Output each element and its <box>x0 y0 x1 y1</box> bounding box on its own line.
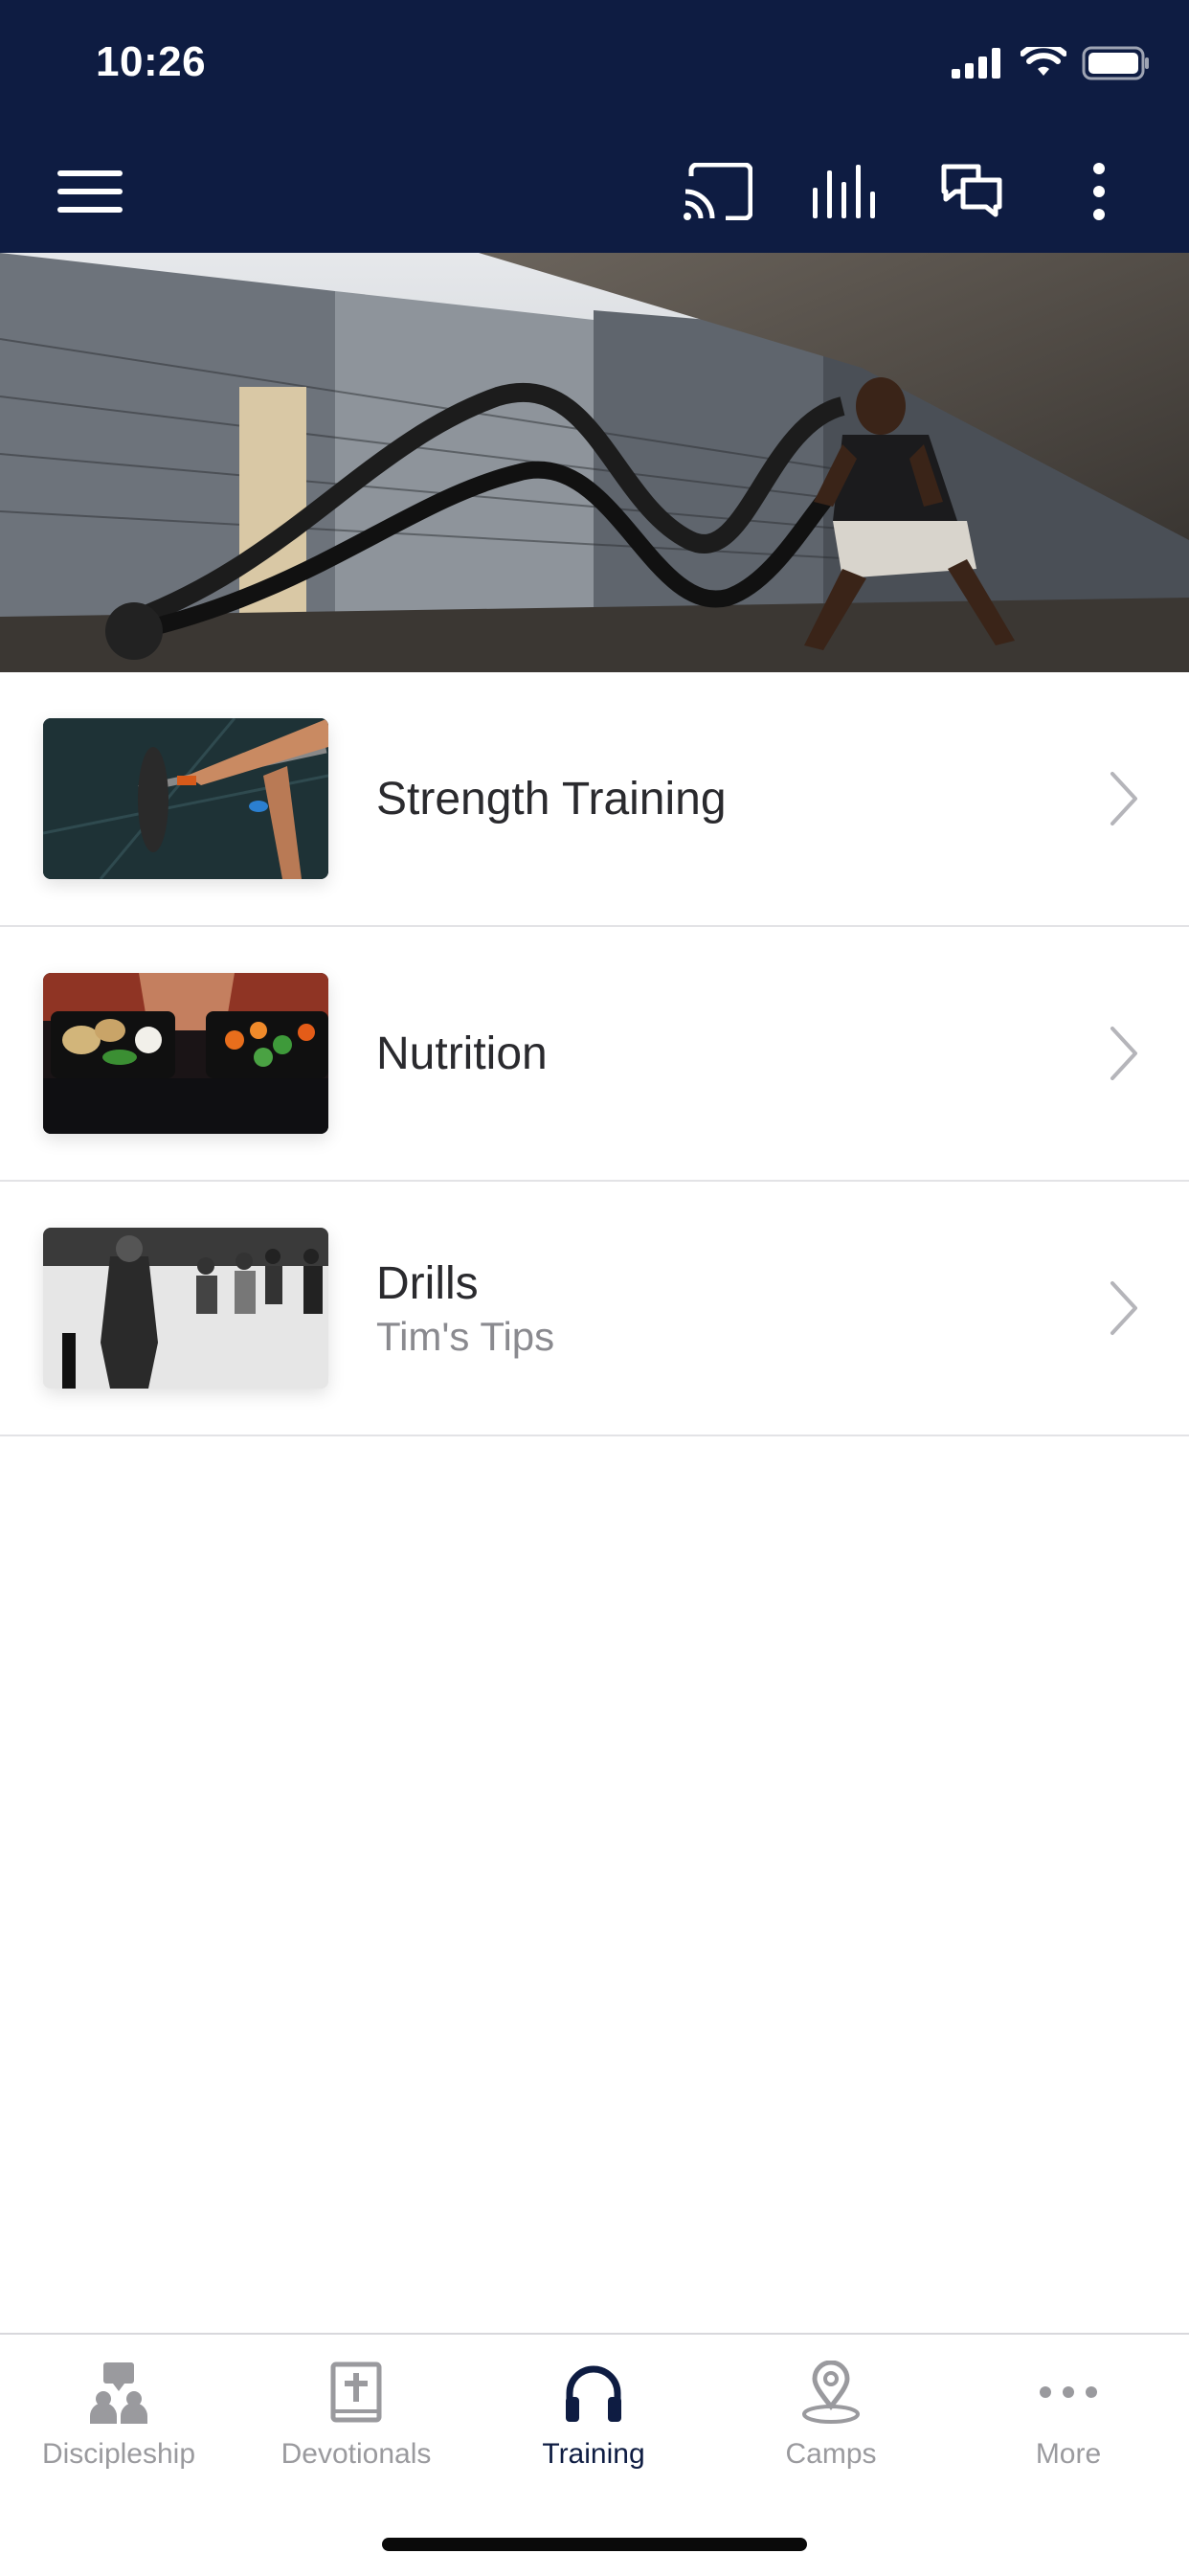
tab-devotionals[interactable]: Devotionals <box>237 2335 475 2497</box>
status-icons <box>952 46 1151 80</box>
map-pin-icon <box>793 2354 869 2430</box>
app-header: 10:26 <box>0 0 1189 253</box>
list-item-strength-training[interactable]: Strength Training <box>0 672 1189 927</box>
list-item-title: Nutrition <box>376 1028 548 1079</box>
wifi-icon <box>1021 47 1066 76</box>
tab-more[interactable]: More <box>950 2335 1187 2497</box>
list-item-title: Drills <box>376 1257 479 1309</box>
tab-label: Camps <box>785 2438 877 2470</box>
bottom-tab-bar: Discipleship Devotionals Training Camps … <box>0 2333 1189 2576</box>
list-item-subtitle: Tim's Tips <box>376 1313 555 1359</box>
chat-bubbles-icon[interactable] <box>933 153 1010 230</box>
people-chat-icon <box>80 2354 157 2430</box>
status-time: 10:26 <box>96 38 207 85</box>
chevron-right-icon <box>1110 1281 1137 1335</box>
list-item-nutrition[interactable]: Nutrition <box>0 927 1189 1182</box>
thumbnail-drills <box>43 1228 328 1389</box>
tab-label: More <box>1035 2438 1102 2470</box>
tab-label: Devotionals <box>280 2438 432 2470</box>
cast-icon[interactable] <box>680 153 756 230</box>
tab-discipleship[interactable]: Discipleship <box>0 2335 237 2497</box>
home-indicator <box>382 2538 807 2551</box>
signal-icon <box>952 48 1000 79</box>
tab-label: Discipleship <box>41 2438 196 2470</box>
battery-icon <box>1082 46 1149 80</box>
tab-training[interactable]: Training <box>475 2335 712 2497</box>
chevron-right-icon <box>1110 1027 1137 1080</box>
tab-camps[interactable]: Camps <box>712 2335 950 2497</box>
chevron-right-icon <box>1110 772 1137 825</box>
thumbnail-strength-training <box>43 718 328 879</box>
hero-image <box>0 253 1189 672</box>
list-item-text: Drills Tim's Tips <box>376 1182 554 1435</box>
list-item-text: Strength Training <box>376 672 727 925</box>
equalizer-bars-icon[interactable] <box>806 153 883 230</box>
list-item-drills[interactable]: Drills Tim's Tips <box>0 1182 1189 1436</box>
horizontal-ellipsis-icon <box>1030 2354 1107 2430</box>
list-item-text: Nutrition <box>376 927 548 1180</box>
hamburger-menu-icon[interactable] <box>52 153 128 230</box>
bible-icon <box>318 2354 394 2430</box>
training-category-list: Strength Training Nutrition Drills Tim's… <box>0 672 1189 1436</box>
tab-label: Training <box>542 2438 645 2470</box>
vertical-ellipsis-icon[interactable] <box>1061 153 1137 230</box>
headphones-icon <box>555 2354 632 2430</box>
thumbnail-nutrition <box>43 973 328 1134</box>
list-item-title: Strength Training <box>376 773 727 825</box>
